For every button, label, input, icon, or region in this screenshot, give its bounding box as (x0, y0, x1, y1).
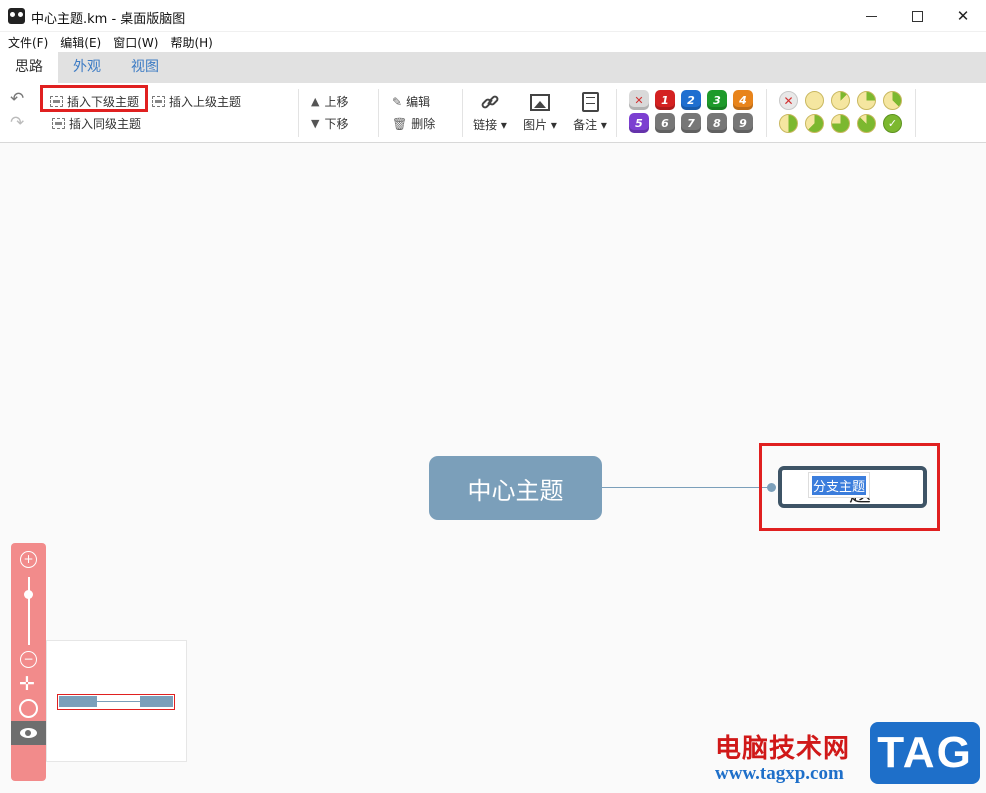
maximize-button[interactable] (894, 0, 940, 32)
insert-parent-label: 插入上级主题 (169, 95, 242, 109)
link-label: 链接 ▾ (473, 118, 507, 132)
tab-view[interactable]: 视图 (116, 52, 174, 83)
branch-edit-input[interactable]: 分支主题 (808, 472, 871, 498)
progress-0-button[interactable]: ✕ (779, 91, 798, 110)
move-up-button[interactable]: ▲ 上移 (311, 93, 348, 110)
watermark-text: 电脑技术网 (715, 734, 851, 764)
insert-child-highlight (40, 85, 148, 112)
progress-9-button[interactable]: ✓ (883, 114, 902, 133)
window-title: 中心主题.km - 桌面版脑图 (31, 12, 186, 27)
zoom-out-icon[interactable]: − (20, 651, 37, 668)
undo-icon[interactable]: ↶ (10, 91, 28, 108)
priority-6-button[interactable]: 6 (655, 113, 675, 133)
priority-clear-button[interactable]: ✕ (629, 90, 649, 110)
divider (915, 89, 916, 137)
pencil-icon: ✎ (392, 94, 403, 109)
insert-sibling-label: 插入同级主题 (69, 117, 142, 131)
menu-edit[interactable]: 编辑(E) (60, 34, 101, 51)
minimize-icon (865, 15, 877, 17)
zoom-slider-track[interactable] (28, 577, 30, 645)
move-up-label: 上移 (324, 95, 349, 109)
minimap-viewport[interactable] (57, 694, 175, 710)
link-icon (481, 95, 499, 109)
insert-parent-button[interactable]: 插入上级主题 (152, 93, 241, 110)
navigator-toggle-button[interactable] (11, 721, 46, 745)
zoom-panel: + − ✛ (11, 543, 46, 781)
close-button[interactable]: ✕ (940, 0, 986, 32)
priority-1-button[interactable]: 1 (655, 90, 675, 110)
note-button[interactable]: 备注 ▾ (568, 89, 612, 139)
delete-button[interactable]: 🗑 删除 (392, 115, 435, 132)
menu-bar: 文件(F) 编辑(E) 窗口(W) 帮助(H) (0, 32, 986, 52)
trash-icon: 🗑 (392, 116, 408, 131)
move-down-button[interactable]: ▼ 下移 (311, 115, 348, 132)
close-icon: ✕ (956, 7, 970, 25)
progress-6-button[interactable] (805, 114, 824, 133)
arrow-down-icon: ▼ (311, 117, 320, 130)
title-bar: 中心主题.km - 桌面版脑图 ✕ (0, 0, 986, 32)
arrow-up-icon: ▲ (311, 95, 320, 108)
link-button[interactable]: 链接 ▾ (468, 89, 512, 139)
insert-parent-icon (152, 96, 165, 107)
progress-8-button[interactable] (857, 114, 876, 133)
edit-label: 编辑 (406, 95, 431, 109)
eye-icon (20, 728, 37, 738)
menu-file[interactable]: 文件(F) (8, 34, 48, 51)
menu-help[interactable]: 帮助(H) (170, 34, 212, 51)
image-icon (530, 94, 550, 111)
priority-7-button[interactable]: 7 (681, 113, 701, 133)
priority-9-button[interactable]: 9 (733, 113, 753, 133)
priority-2-button[interactable]: 2 (681, 90, 701, 110)
redo-icon[interactable]: ↷ (10, 115, 28, 132)
progress-2-button[interactable] (831, 91, 850, 110)
image-button[interactable]: 图片 ▾ (518, 89, 562, 139)
divider (462, 89, 463, 137)
move-down-label: 下移 (324, 117, 349, 131)
maximize-icon (911, 10, 923, 22)
priority-8-button[interactable]: 8 (707, 113, 727, 133)
branch-connector (602, 487, 769, 488)
delete-label: 删除 (411, 117, 436, 131)
zoom-in-icon[interactable]: + (20, 551, 37, 568)
progress-7-button[interactable] (831, 114, 850, 133)
menu-window[interactable]: 窗口(W) (113, 34, 158, 51)
progress-1-button[interactable] (805, 91, 824, 110)
priority-5-button[interactable]: 5 (629, 113, 649, 133)
insert-sibling-icon (52, 118, 65, 129)
locate-icon[interactable] (19, 699, 38, 718)
divider (766, 89, 767, 137)
minimize-button[interactable] (848, 0, 894, 32)
progress-4-button[interactable] (883, 91, 902, 110)
tab-idea[interactable]: 思路 (0, 52, 58, 83)
progress-3-button[interactable] (857, 91, 876, 110)
move-icon[interactable]: ✛ (19, 675, 35, 694)
insert-sibling-button[interactable]: 插入同级主题 (52, 115, 141, 132)
root-topic[interactable]: 中心主题 (429, 456, 602, 520)
tab-appearance[interactable]: 外观 (58, 52, 116, 83)
divider (378, 89, 379, 137)
priority-4-button[interactable]: 4 (733, 90, 753, 110)
tab-strip: 思路 外观 视图 (0, 52, 986, 83)
priority-3-button[interactable]: 3 (707, 90, 727, 110)
note-label: 备注 ▾ (573, 118, 607, 132)
divider (298, 89, 299, 137)
app-logo-icon (8, 8, 25, 24)
divider (616, 89, 617, 137)
selected-text: 分支主题 (812, 475, 867, 495)
image-label: 图片 ▾ (523, 118, 557, 132)
edit-button[interactable]: ✎ 编辑 (392, 93, 430, 110)
progress-5-button[interactable] (779, 114, 798, 133)
zoom-slider-handle[interactable] (24, 590, 33, 599)
watermark-url: www.tagxp.com (715, 763, 844, 784)
watermark-badge: TAG (870, 722, 980, 784)
note-icon (581, 92, 599, 112)
